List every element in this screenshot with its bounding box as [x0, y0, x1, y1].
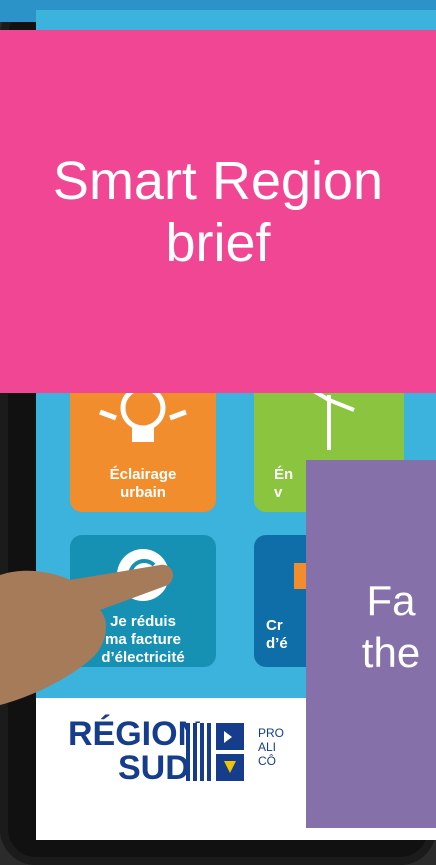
- region-subtitle-line3: CÔ: [258, 754, 276, 768]
- overlay-panel: Fa the: [306, 460, 436, 828]
- tile-lighting[interactable]: Éclairage urbain: [70, 380, 216, 512]
- overlay-panel-text: Fa the: [361, 577, 421, 676]
- pointing-hand-icon: [0, 564, 174, 705]
- tile-lighting-label: Éclairage urbain: [109, 466, 177, 501]
- region-flag-icon: [186, 723, 244, 781]
- sud-word: SUD: [118, 749, 190, 787]
- title-banner-text: Smart Region brief: [52, 150, 384, 273]
- region-subtitle: PRO ALI CÔ: [258, 726, 284, 768]
- region-subtitle-line1: PRO: [258, 726, 285, 740]
- phone: Éclairage urbain Én v Je réduis ma factu…: [0, 0, 436, 865]
- title-banner: Smart Region brief: [0, 30, 436, 393]
- region-subtitle-line2: ALI: [258, 740, 277, 754]
